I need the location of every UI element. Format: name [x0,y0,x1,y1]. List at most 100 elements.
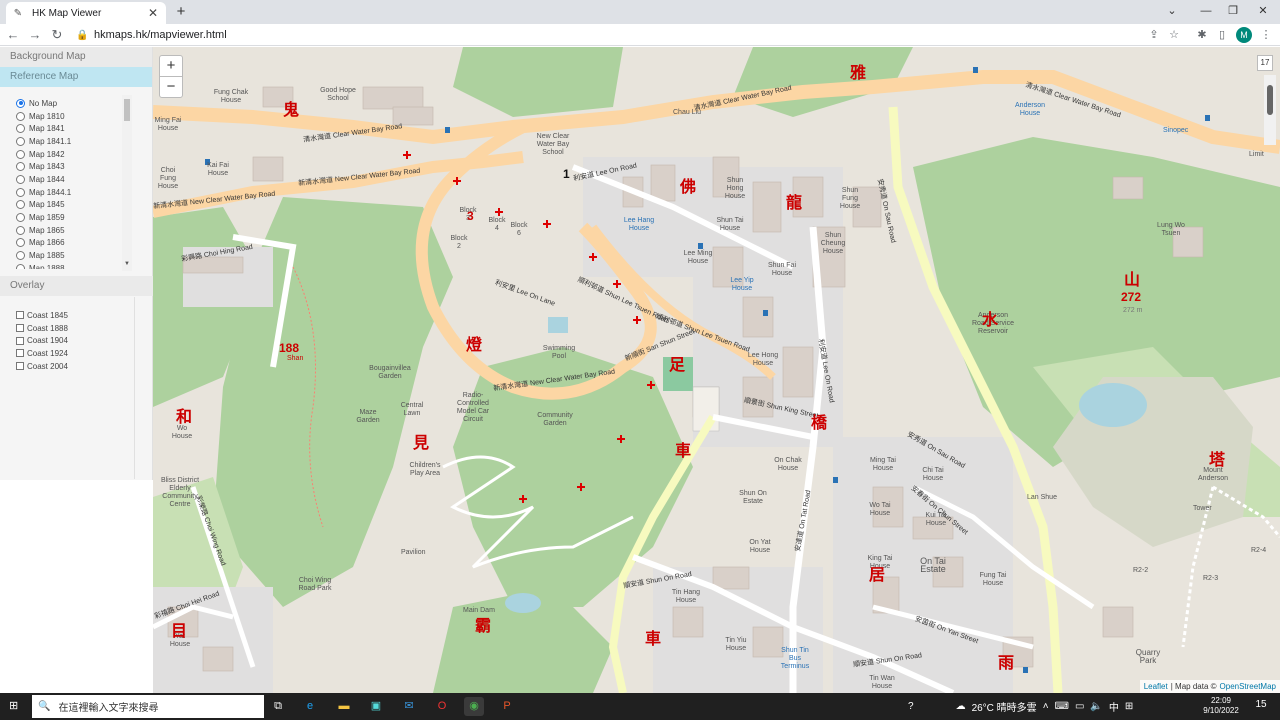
overlay-option[interactable]: Coast 2004 [16,360,68,373]
radio-button[interactable] [16,200,25,210]
radio-button[interactable] [16,213,25,223]
mail-icon[interactable]: ✉ [399,697,419,716]
new-tab-button[interactable]: + [172,3,190,21]
map-option[interactable]: Map 1842 [16,148,134,161]
radio-button[interactable] [16,124,25,134]
map-option[interactable]: Map 1810 [16,110,134,123]
red-char-g: 和 [176,407,193,426]
battery-icon[interactable]: ▭ [1075,701,1084,712]
close-tab-icon[interactable]: ✕ [146,6,160,20]
map-option[interactable]: Map 1859 [16,211,134,224]
map-option[interactable]: Map 1885 [16,249,134,262]
map-option[interactable]: Map 1844 [16,173,134,186]
radio-button[interactable] [16,225,25,235]
zoom-in-button[interactable]: + [159,55,183,77]
overlay-header[interactable]: Overlay [0,276,153,296]
reload-icon[interactable]: ↻ [48,26,66,44]
browser-tab[interactable]: ✎ HK Map Viewer ✕ [6,2,166,24]
star-icon[interactable]: ☆ [1166,27,1182,43]
back-arrow-icon[interactable]: ← [4,26,22,44]
radio-button[interactable] [16,98,25,108]
overlay-option[interactable]: Coast 1904 [16,334,68,347]
ime-indicator[interactable]: 中 [1109,699,1119,714]
place-shun-on-estate: Shun On Estate [739,490,767,505]
map-option[interactable]: Map 1866 [16,237,134,250]
volume-icon[interactable]: 🔈 [1090,701,1102,712]
leaflet-link[interactable]: Leaflet [1144,682,1168,691]
radio-button[interactable] [16,136,25,146]
place-kai-fai: Kai Fai House [207,162,229,177]
map-option[interactable]: Map 1841.1 [16,135,134,148]
maximize-button[interactable]: ❐ [1222,2,1244,20]
map-option-label: Map 1865 [29,225,65,235]
checkbox[interactable] [16,362,24,371]
map-option[interactable]: Map 1841 [16,122,134,135]
keyboard-icon[interactable]: ⊞ [1125,701,1133,712]
map-option[interactable]: Map 1865 [16,224,134,237]
store-icon[interactable]: ▣ [366,697,386,716]
opera-icon[interactable]: O [432,697,452,716]
osm-link[interactable]: OpenStreetMap [1220,682,1276,691]
reference-map-header[interactable]: Reference Map [0,67,152,87]
checkbox[interactable] [16,349,24,358]
checkbox[interactable] [16,311,24,320]
map-option[interactable]: No Map [16,97,134,110]
map-list-scrollbar[interactable]: ▼ [122,95,132,271]
checkbox[interactable] [16,336,24,345]
map-view[interactable]: 清水灣道 Clear Water Bay Road 清水灣道 Clear Wat… [153,47,1280,693]
map-option[interactable]: Map 1888 [16,262,134,269]
clock[interactable]: 22:09 9/10/2022 [1198,696,1244,716]
radio-button[interactable] [16,174,25,184]
place-mount-anderson: Mount Anderson [1198,467,1228,482]
windows-start-icon[interactable]: ⊞ [9,700,22,713]
network-icon[interactable]: ⌨ [1055,701,1069,712]
scroll-down-icon[interactable]: ▼ [124,261,130,267]
map-option[interactable]: Map 1845 [16,199,134,212]
powerpoint-icon[interactable]: P [497,697,517,716]
scrollbar-thumb[interactable] [124,99,130,121]
tab-search-button[interactable]: ⌄ [1161,2,1183,20]
background-map-header[interactable]: Background Map [0,47,152,67]
radio-button[interactable] [16,162,25,172]
place-tin-hang: Tin Hang House [671,589,701,604]
chevron-up-icon[interactable]: ˄ [1043,701,1049,712]
radio-button[interactable] [16,251,25,261]
task-view-icon[interactable]: ⧉ [268,697,288,716]
tab-title: HK Map Viewer [32,7,102,19]
close-window-button[interactable]: ✕ [1252,2,1274,20]
extensions-icon[interactable]: ✱ [1194,27,1210,43]
overlay-option[interactable]: Coast 1924 [16,347,68,360]
weather-text[interactable]: 26°C 晴時多雲 [972,699,1037,714]
edge-icon[interactable]: e [300,697,320,716]
map-option-label: Map 1888 [29,263,65,269]
notification-icon[interactable]: 15 [1253,699,1269,713]
radio-button[interactable] [16,149,25,159]
overlay-option[interactable]: Coast 1845 [16,309,68,322]
windows-taskbar: ⊞ 🔍 在這裡輸入文字來搜尋 ⧉ e ▬ ▣ ✉ O ◉ P ? ☁ 26°C … [0,693,1280,720]
radio-button[interactable] [16,111,25,121]
radio-button[interactable] [16,187,25,197]
forward-arrow-icon[interactable]: → [26,26,44,44]
address-bar[interactable]: 🔒 hkmaps.hk/mapviewer.html [76,26,1136,44]
map-scrollbar-thumb[interactable] [1267,85,1273,115]
avatar[interactable]: M [1236,27,1252,43]
zoom-out-button[interactable]: − [159,76,183,98]
minimize-button[interactable]: — [1195,2,1217,20]
radio-button[interactable] [16,263,25,269]
map-scrollbar[interactable] [1264,75,1276,145]
chrome-icon[interactable]: ◉ [464,697,484,716]
map-option[interactable]: Map 1843 [16,160,134,173]
radio-button[interactable] [16,238,25,248]
file-explorer-icon[interactable]: ▬ [334,697,354,716]
map-canvas[interactable] [153,47,1280,693]
menu-kebab-icon[interactable]: ⋮ [1258,27,1274,43]
help-icon[interactable]: ? [908,701,914,712]
map-option[interactable]: Map 1844.1 [16,186,134,199]
red-char-r: 佛 [680,177,697,196]
checkbox[interactable] [16,324,24,333]
sidepanel-icon[interactable]: ▯ [1214,27,1230,43]
overlay-option[interactable]: Coast 1888 [16,322,68,335]
taskbar-search[interactable]: 🔍 在這裡輸入文字來搜尋 [32,695,264,718]
reservoir-water [1079,383,1147,427]
share-icon[interactable]: ⇪ [1146,27,1162,43]
